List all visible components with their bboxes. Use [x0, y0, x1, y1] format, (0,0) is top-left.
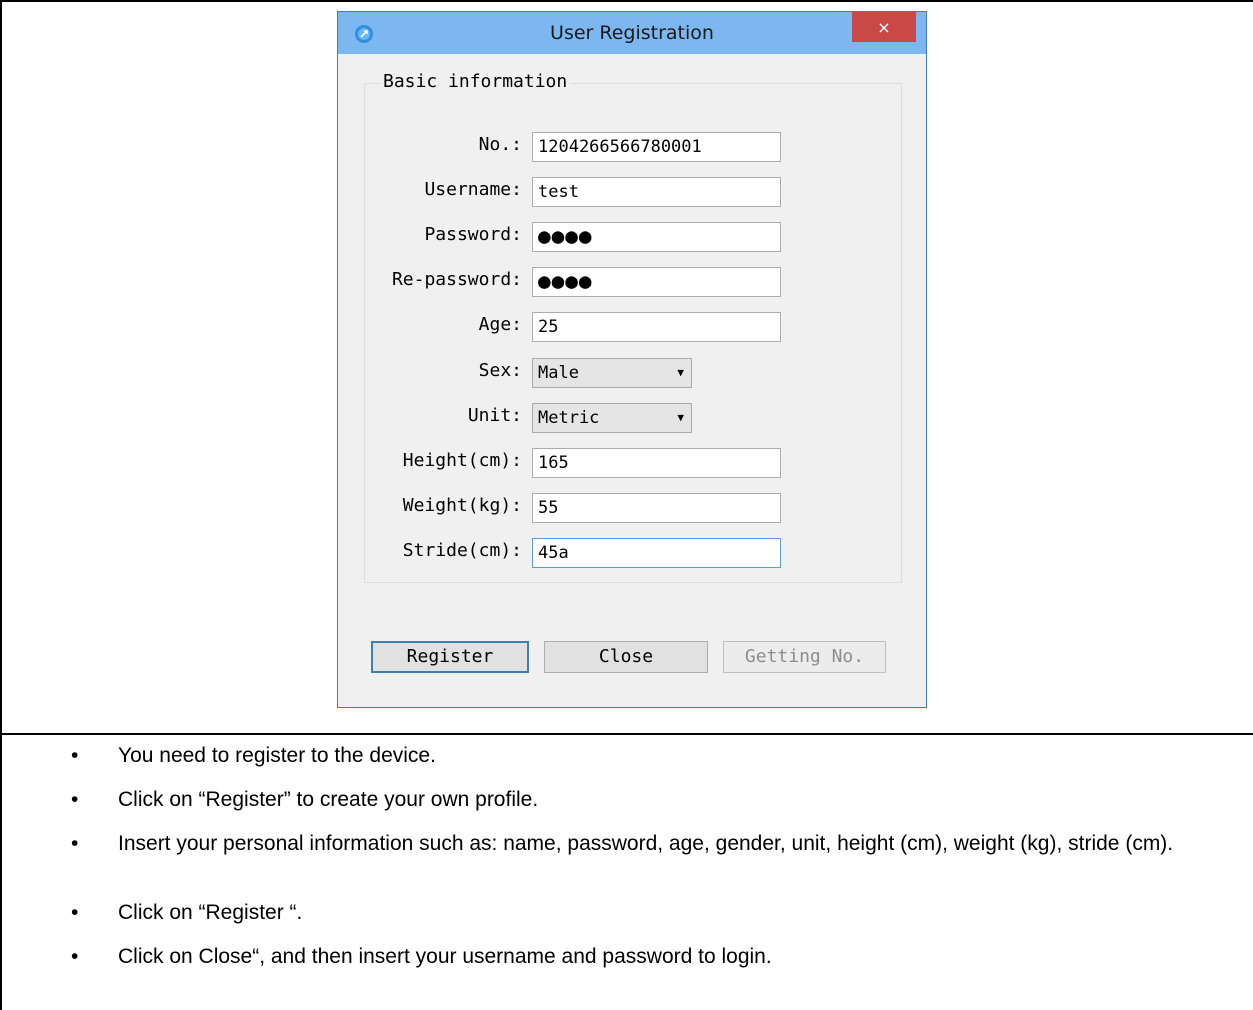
sex-label: Sex:: [478, 360, 522, 381]
chevron-down-icon: ▼: [677, 366, 684, 379]
close-button[interactable]: Close: [544, 641, 708, 673]
sex-dropdown[interactable]: Male ▼: [532, 358, 692, 388]
instruction-item: Click on “Register “.: [118, 901, 303, 924]
section-divider: [0, 733, 1253, 735]
close-icon: ×: [877, 17, 891, 37]
register-button[interactable]: Register: [371, 641, 529, 673]
age-label: Age:: [478, 314, 522, 335]
group-title: Basic information: [380, 71, 571, 92]
bullet-icon: •: [71, 832, 79, 855]
page-border-top: [0, 0, 1253, 2]
re-password-field[interactable]: ●●●●: [532, 267, 781, 297]
unit-dropdown[interactable]: Metric ▼: [532, 403, 692, 433]
dialog-body: Basic information No.: 1204266566780001 …: [346, 54, 918, 700]
unit-value: Metric: [538, 408, 600, 428]
stride-label: Stride(cm):: [402, 540, 522, 561]
bullet-icon: •: [71, 744, 79, 767]
title-bar[interactable]: User Registration ×: [338, 12, 926, 54]
instruction-item: Click on Close“, and then insert your us…: [118, 945, 772, 968]
sex-value: Male: [538, 363, 579, 383]
password-label: Password:: [424, 224, 522, 245]
weight-label: Weight(kg):: [402, 495, 522, 516]
no-label: No.:: [478, 134, 522, 155]
bullet-icon: •: [71, 788, 79, 811]
instruction-item: Click on “Register” to create your own p…: [118, 788, 539, 811]
age-field[interactable]: 25: [532, 312, 781, 342]
password-field[interactable]: ●●●●: [532, 222, 781, 252]
chevron-down-icon: ▼: [677, 411, 684, 424]
getting-no-button[interactable]: Getting No.: [723, 641, 886, 673]
height-label: Height(cm):: [402, 450, 522, 471]
instruction-item: Insert your personal information such as…: [118, 832, 1174, 855]
page-border-left: [0, 0, 2, 1010]
unit-label: Unit:: [467, 405, 522, 426]
re-password-label: Re-password:: [391, 269, 522, 290]
username-field[interactable]: test: [532, 177, 781, 207]
username-label: Username:: [424, 179, 522, 200]
bullet-icon: •: [71, 945, 79, 968]
no-field[interactable]: 1204266566780001: [532, 132, 781, 162]
user-registration-dialog: User Registration × Basic information No…: [337, 11, 927, 708]
height-field[interactable]: 165: [532, 448, 781, 478]
window-title: User Registration: [550, 22, 714, 44]
bullet-icon: •: [71, 901, 79, 924]
instruction-item: You need to register to the device.: [118, 744, 436, 767]
weight-field[interactable]: 55: [532, 493, 781, 523]
stride-field[interactable]: 45a: [532, 538, 781, 568]
close-window-button[interactable]: ×: [852, 12, 916, 42]
